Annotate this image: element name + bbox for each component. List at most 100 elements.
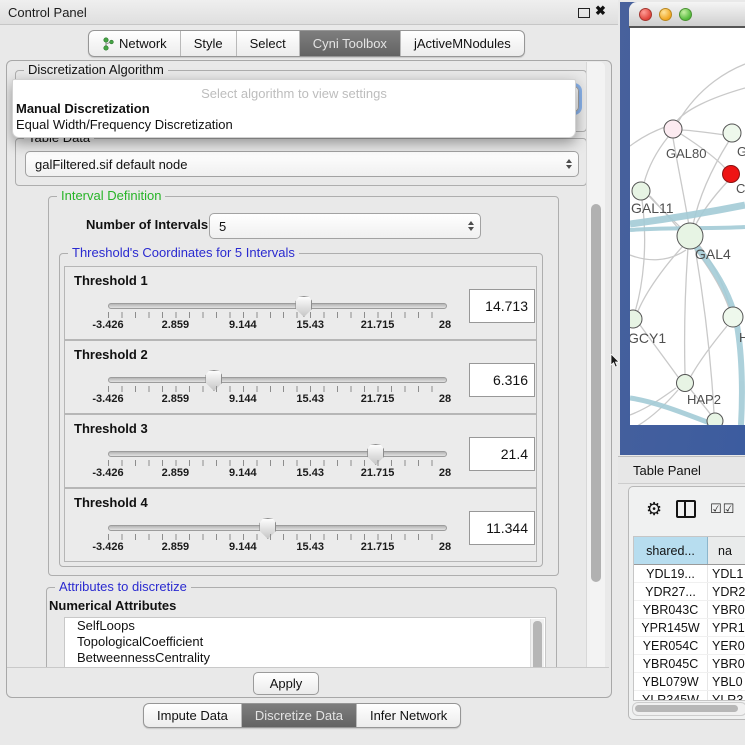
minimize-window-icon[interactable] <box>659 8 672 21</box>
slider-tick-labels: -3.426 2.859 9.144 15.43 21.715 28 <box>108 541 445 555</box>
slider-tick-labels: -3.426 2.859 9.144 15.43 21.715 28 <box>108 319 445 333</box>
network-window-titlebar <box>629 2 745 28</box>
node-hap2[interactable] <box>677 375 694 392</box>
threshold-4-slider[interactable] <box>108 525 447 531</box>
table-row[interactable]: YPR145WYPR1 <box>634 619 745 637</box>
table-data-group: Table Data galFiltered.sif default node <box>15 138 587 186</box>
tab-infer-network[interactable]: Infer Network <box>357 704 460 727</box>
float-window-icon[interactable] <box>578 8 590 18</box>
control-panel-titlebar: Control Panel <box>0 0 618 25</box>
threshold-3-label: Threshold 3 <box>74 421 148 436</box>
list-item[interactable]: BetweennessCentrality <box>65 650 545 666</box>
node-label-gal4: GAL4 <box>695 246 731 262</box>
column-layout-icon[interactable] <box>676 500 696 518</box>
threshold-1-panel: Threshold 1 -3.426 2.859 9.144 15.43 21.… <box>64 266 537 340</box>
slider-tick-labels: -3.426 2.859 9.144 15.43 21.715 28 <box>108 393 445 407</box>
slider-ticks <box>108 460 445 466</box>
node-label-gcy1: GCY1 <box>630 330 666 346</box>
tab-style[interactable]: Style <box>181 31 237 56</box>
stepper-arrows-icon <box>566 159 572 169</box>
list-item[interactable]: SelfLoops <box>65 618 545 634</box>
tab-jactivemnodules[interactable]: jActiveMNodules <box>401 31 524 56</box>
threshold-3-value-field[interactable]: 21.4 <box>469 437 535 471</box>
tab-discretize-data[interactable]: Discretize Data <box>242 704 357 727</box>
table-row[interactable]: YBL079WYBL0 <box>634 673 745 691</box>
number-of-intervals-combobox[interactable]: 5 <box>209 213 481 239</box>
node-label-gal11: GAL11 <box>631 200 674 216</box>
algorithm-dropdown-popup: Select algorithm to view settings Manual… <box>12 79 576 138</box>
table-row[interactable]: YER054CYER0 <box>634 637 745 655</box>
tab-select[interactable]: Select <box>237 31 300 56</box>
node-label-cut: C <box>736 181 745 196</box>
slider-ticks <box>108 312 445 318</box>
table-horizontal-scrollbar[interactable] <box>632 702 745 716</box>
tab-impute-data[interactable]: Impute Data <box>144 704 242 727</box>
tab-network[interactable]: Network <box>89 31 181 56</box>
control-panel-tabs: Network Style Select Cyni Toolbox jActiv… <box>88 30 525 57</box>
stepper-arrows-icon <box>468 221 474 231</box>
zoom-window-icon[interactable] <box>679 8 692 21</box>
apply-button[interactable]: Apply <box>253 672 319 695</box>
node-label-hap2: HAP2 <box>687 392 721 407</box>
column-header-shared[interactable]: shared... <box>634 537 708 564</box>
threshold-4-value-field[interactable]: 11.344 <box>469 511 535 545</box>
table-panel-body: ⚙ ☑☑ shared... na YDL19...YDL1 YDR27...Y… <box>628 486 745 720</box>
table-row[interactable]: YDR27...YDR2 <box>634 583 745 601</box>
cyni-mode-tabs: Impute Data Discretize Data Infer Networ… <box>143 703 461 728</box>
attributes-group-label: Attributes to discretize <box>55 579 191 594</box>
table-row[interactable]: YLR345WYLR3 <box>634 691 745 701</box>
threshold-1-slider[interactable] <box>108 303 447 309</box>
list-scrollbar-thumb[interactable] <box>533 621 542 667</box>
threshold-2-value-field[interactable]: 6.316 <box>469 363 535 397</box>
mouse-cursor <box>610 354 620 368</box>
table-data-value: galFiltered.sif default node <box>35 157 187 172</box>
number-of-intervals-value: 5 <box>219 219 226 234</box>
threshold-3-panel: Threshold 3 -3.426 2.859 9.144 15.43 21.… <box>64 414 537 488</box>
node-label-gal80: GAL80 <box>666 146 706 161</box>
discretization-algorithm-group-label: Discretization Algorithm <box>24 62 168 77</box>
popup-option-manual-discretization[interactable]: Manual Discretization <box>16 101 150 116</box>
table-row[interactable]: YBR045CYBR0 <box>634 655 745 673</box>
interval-definition-group: Interval Definition Number of Intervals … <box>48 196 559 576</box>
table-panel-titlebar: Table Panel <box>618 456 745 484</box>
node-red-selected[interactable] <box>723 166 740 183</box>
close-window-icon[interactable] <box>639 8 652 21</box>
node-pink[interactable] <box>664 120 682 138</box>
list-item[interactable]: TopologicalCoefficient <box>65 634 545 650</box>
tab-network-label: Network <box>119 36 167 51</box>
network-canvas[interactable]: GAL80 G. C GAL11 GAL4 H GCY1 HAP2 <box>630 28 745 425</box>
cyni-toolbox-panel: Discretization Algorithm Select algorith… <box>6 60 612 698</box>
threshold-3-slider[interactable] <box>108 451 447 457</box>
control-panel-title: Control Panel <box>0 5 87 20</box>
gear-icon[interactable]: ⚙ <box>646 500 662 518</box>
node-table: shared... na YDL19...YDL1 YDR27...YDR2 Y… <box>633 536 745 701</box>
node-h[interactable] <box>723 307 743 327</box>
list-scrollbar[interactable] <box>530 619 544 667</box>
settings-scrollbar[interactable] <box>586 62 605 694</box>
slider-tick-labels: -3.426 2.859 9.144 15.43 21.715 28 <box>108 467 445 481</box>
popup-option-equal-width[interactable]: Equal Width/Frequency Discretization <box>16 117 233 132</box>
threshold-coordinates-group-label: Threshold's Coordinates for 5 Intervals <box>68 245 299 260</box>
node-bottom[interactable] <box>707 413 723 425</box>
node-gal11[interactable] <box>632 182 650 200</box>
table-panel-title: Table Panel <box>618 463 701 478</box>
threshold-2-label: Threshold 2 <box>74 347 148 362</box>
threshold-4-label: Threshold 4 <box>74 495 148 510</box>
network-graph: GAL80 G. C GAL11 GAL4 H GCY1 HAP2 <box>630 28 745 425</box>
settings-scrollbar-thumb[interactable] <box>591 204 601 582</box>
interval-definition-group-label: Interval Definition <box>57 188 165 203</box>
table-row[interactable]: YBR043CYBR0 <box>634 601 745 619</box>
table-horizontal-scrollbar-thumb[interactable] <box>635 705 738 712</box>
checkbox-icons[interactable]: ☑☑ <box>710 501 735 517</box>
table-row[interactable]: YDL19...YDL1 <box>634 565 745 583</box>
node-green-top[interactable] <box>723 124 741 142</box>
network-icon <box>102 37 114 51</box>
threshold-1-value-field[interactable]: 14.713 <box>469 289 535 323</box>
column-header-name[interactable]: na <box>708 537 745 564</box>
table-data-combobox[interactable]: galFiltered.sif default node <box>25 151 579 177</box>
close-icon[interactable]: ✖ <box>595 3 606 19</box>
threshold-2-slider[interactable] <box>108 377 447 383</box>
settings-viewport: Discretization Algorithm Select algorith… <box>7 61 587 667</box>
tab-cyni-toolbox[interactable]: Cyni Toolbox <box>300 31 401 56</box>
table-header-row: shared... na <box>634 537 745 565</box>
